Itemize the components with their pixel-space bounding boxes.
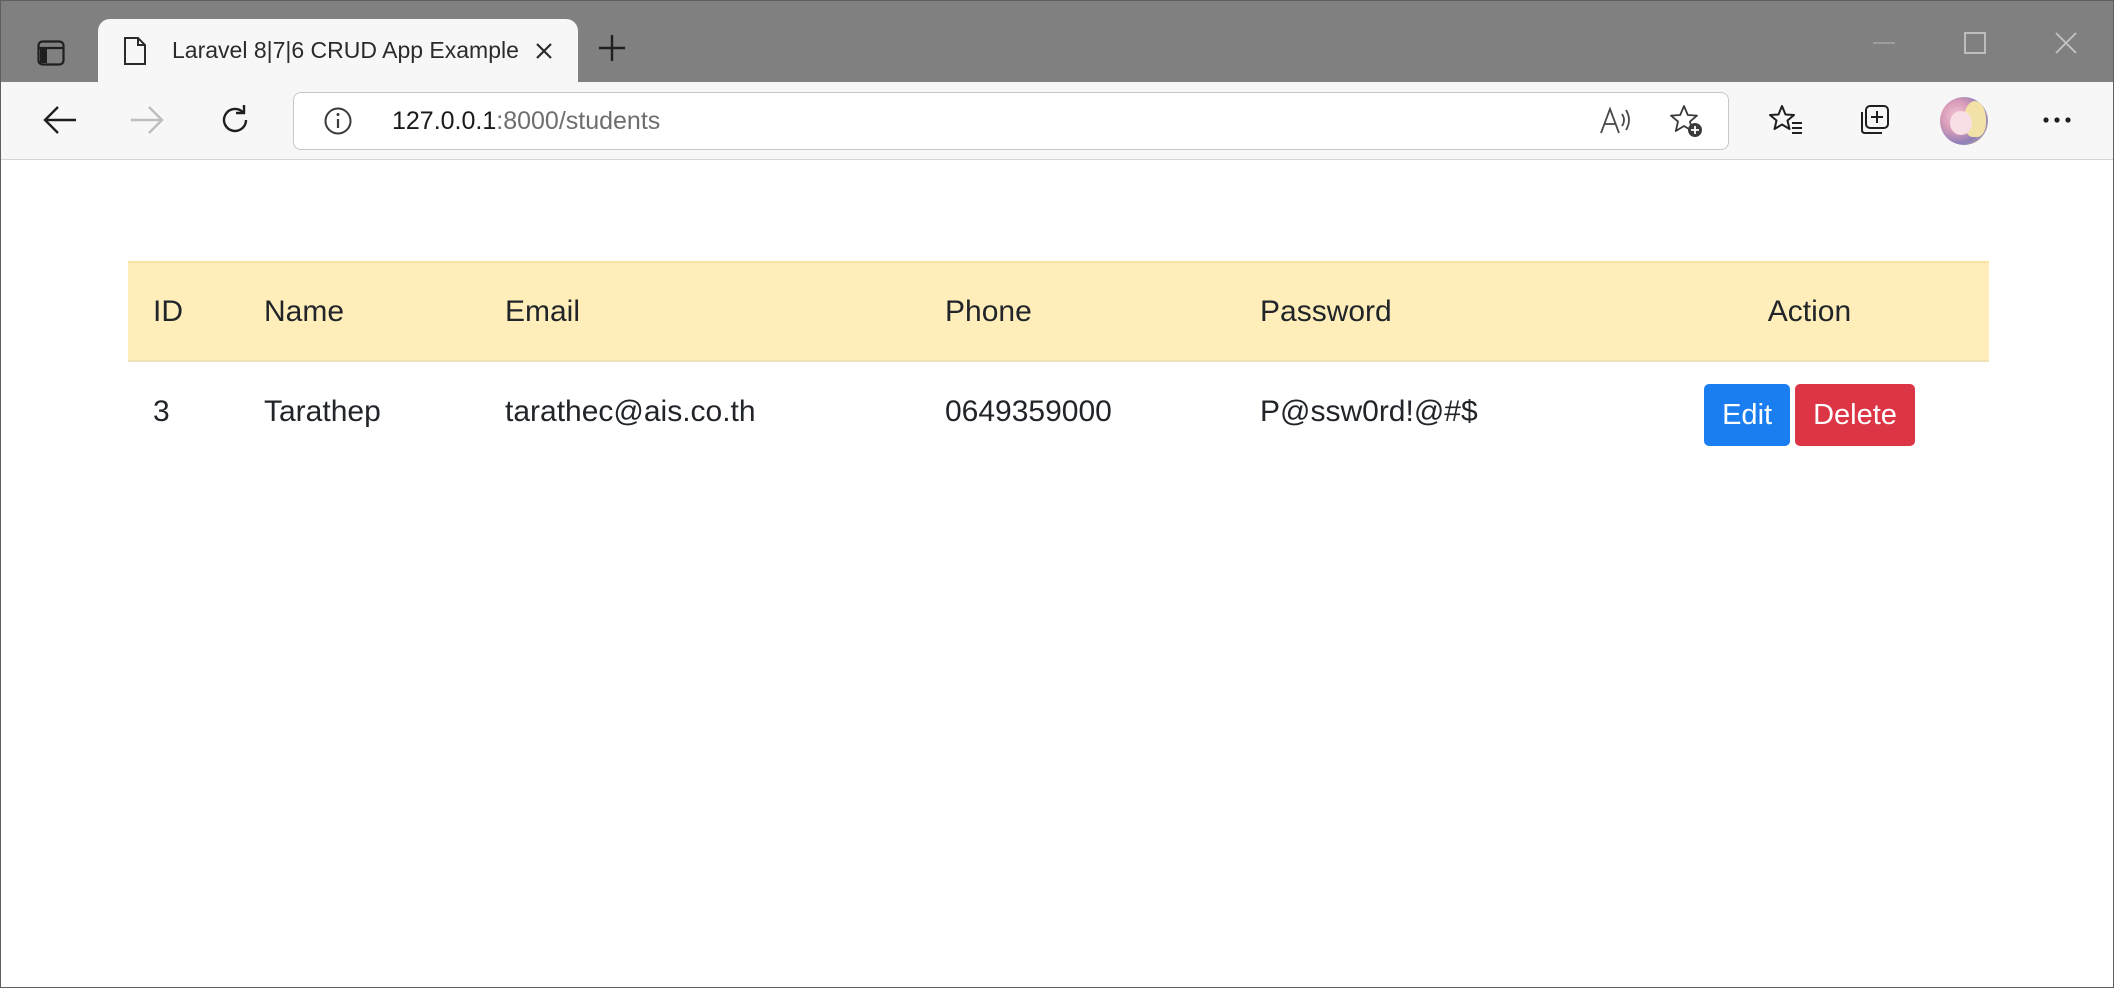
tab-title: Laravel 8|7|6 CRUD App Example xyxy=(172,37,519,63)
arrow-right-icon xyxy=(129,105,165,135)
maximize-icon xyxy=(1964,32,1986,54)
cell-password: P@ssw0rd!@#$ xyxy=(1260,395,1478,428)
students-table: ID Name Email Phone Password Action 3 Ta… xyxy=(128,261,1989,462)
page-document-icon xyxy=(120,35,150,67)
tab-close-icon[interactable] xyxy=(528,35,560,67)
sidebar-panel-icon xyxy=(37,40,65,66)
address-bar[interactable]: 127.0.0.1:8000/students xyxy=(293,92,1729,150)
cell-id: 3 xyxy=(153,395,170,428)
cell-phone: 0649359000 xyxy=(945,395,1112,428)
header-name: Name xyxy=(239,261,480,362)
delete-button[interactable]: Delete xyxy=(1795,384,1915,446)
header-phone: Phone xyxy=(920,261,1235,362)
forward-button[interactable] xyxy=(123,96,171,144)
info-icon[interactable] xyxy=(322,105,354,137)
ellipsis-icon xyxy=(2042,116,2072,124)
close-icon xyxy=(2054,31,2078,55)
url-path: :8000/students xyxy=(496,107,661,135)
maximize-button[interactable] xyxy=(1950,21,2000,65)
browser-window: Laravel 8|7|6 CRUD App Example 127.0.0.1… xyxy=(0,0,2114,988)
table-header-row: ID Name Email Phone Password Action xyxy=(128,261,1989,362)
cell-action: Edit Delete xyxy=(1630,361,1989,462)
url-host: 127.0.0.1 xyxy=(392,107,497,135)
url-text[interactable]: 127.0.0.1:8000/students xyxy=(392,107,660,136)
read-aloud-icon[interactable] xyxy=(1598,103,1634,139)
plus-icon xyxy=(597,33,627,63)
edit-button[interactable]: Edit xyxy=(1704,384,1791,446)
favorites-button[interactable] xyxy=(1762,96,1810,144)
reload-icon xyxy=(218,103,252,137)
header-id: ID xyxy=(128,261,239,362)
tab-strip: Laravel 8|7|6 CRUD App Example xyxy=(1,1,2113,82)
tab-active[interactable]: Laravel 8|7|6 CRUD App Example xyxy=(98,19,578,82)
tab-actions-button[interactable] xyxy=(23,29,79,77)
collections-icon xyxy=(1856,102,1892,138)
browser-toolbar: 127.0.0.1:8000/students xyxy=(1,82,2113,160)
page-content: ID Name Email Phone Password Action 3 Ta… xyxy=(1,160,2113,987)
minimize-icon xyxy=(1873,41,1895,45)
cell-name: Tarathep xyxy=(264,395,381,428)
new-tab-button[interactable] xyxy=(592,28,632,68)
collections-button[interactable] xyxy=(1850,96,1898,144)
avatar-face xyxy=(1950,111,1972,135)
add-favorite-star-icon[interactable] xyxy=(1668,103,1704,139)
cell-email: tarathec@ais.co.th xyxy=(505,395,756,428)
favorites-star-list-icon xyxy=(1768,103,1804,137)
header-email: Email xyxy=(480,261,920,362)
table-row: 3 Tarathep tarathec@ais.co.th 0649359000… xyxy=(128,361,1989,462)
reload-button[interactable] xyxy=(211,96,259,144)
header-action: Action xyxy=(1630,261,1989,362)
header-password: Password xyxy=(1235,261,1630,362)
profile-avatar[interactable] xyxy=(1940,97,1988,145)
back-button[interactable] xyxy=(36,96,84,144)
arrow-left-icon xyxy=(42,105,78,135)
close-window-button[interactable] xyxy=(2041,21,2091,65)
settings-more-button[interactable] xyxy=(2033,96,2081,144)
minimize-button[interactable] xyxy=(1859,21,1909,65)
